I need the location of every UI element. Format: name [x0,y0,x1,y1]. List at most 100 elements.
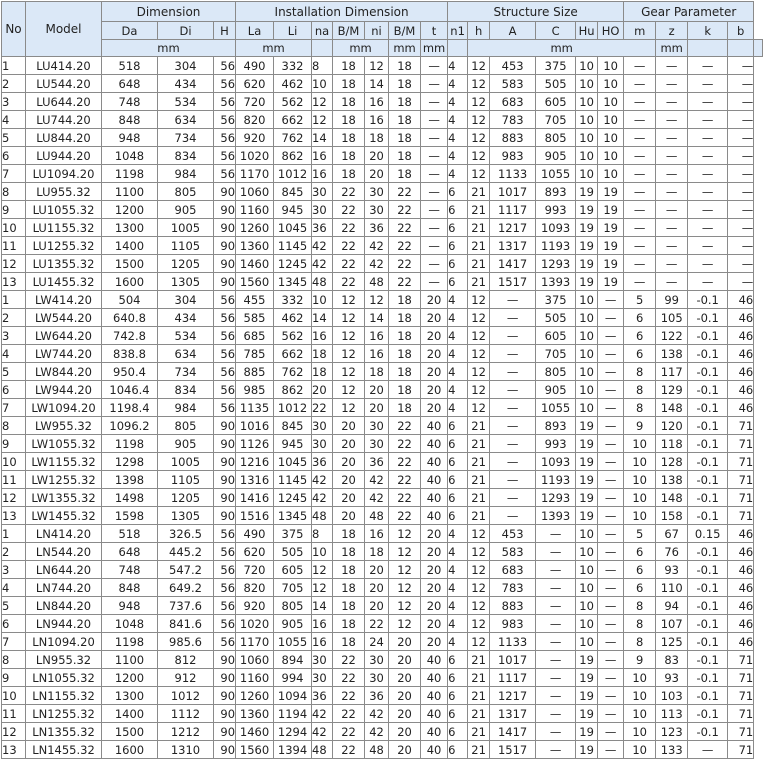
cell-n1: 4 [447,362,469,381]
cell-na: 14 [311,596,334,615]
cell-b: 71 [727,416,755,435]
cell-n1: 4 [447,560,469,579]
cell-t: 20 [420,524,449,543]
cell-la: 1126 [235,434,275,453]
cell-bm-1: 12 [332,290,366,309]
cell-li: 845 [273,182,313,201]
cell-di: 1205 [157,254,214,273]
cell-ni: 14 [364,74,390,93]
cell-hu: 19 [575,740,599,759]
cell-model-name: LU1155.32 [25,218,102,237]
cell-ho: 10 [597,110,625,129]
cell-li: 1394 [273,740,313,759]
cell-hu: 10 [575,398,599,417]
cell-h: 90 [212,740,237,759]
cell-hu: 10 [575,110,599,129]
cell-na: 20 [311,380,334,399]
cell-na: 16 [311,326,334,345]
cell-a: 1517 [489,272,537,291]
cell-bm-1: 20 [332,434,366,453]
cell-z: 107 [655,614,689,633]
cell-di: 834 [157,146,214,165]
unit-installation-1: mm [235,39,313,57]
cell-di: 1205 [157,488,214,507]
cell-di: 304 [157,290,214,309]
cell-hu: 19 [575,704,599,723]
cell-di: 984 [157,164,214,183]
cell-k: -0.1 [687,290,729,309]
table-row: 6 LW944.20 1046.4 834 56 985 862 20 12 20 18 20 4 12—… [1,380,763,399]
cell-z: 122 [655,326,689,345]
cell-z: — [655,218,689,237]
header-group-structure: Structure Size [447,1,625,22]
cell-la: 1160 [235,200,275,219]
cell-ho: 10 [597,92,625,111]
cell-n1: 6 [447,254,469,273]
cell-a: 683 [489,560,537,579]
cell-c: 1055 [535,164,577,183]
cell-da: 518 [101,56,158,75]
cell-a: 1117 [489,668,537,687]
cell-c: — [535,650,577,669]
cell-n1: 4 [447,380,469,399]
header-group-installation: Installation Dimension [235,1,449,22]
table-row: 4 LW744.20 838.8 634 56 785 662 18 12 16 18 20 4 12—7… [1,344,763,363]
cell-k: -0.1 [687,452,729,471]
cell-bm-1: 20 [332,488,366,507]
cell-h: 56 [212,380,237,399]
cell-model-name: LW1455.32 [25,506,102,525]
cell-bm-2: 18 [388,362,422,381]
cell-hu: 10 [575,146,599,165]
cell-z: 113 [655,704,689,723]
cell-ni: 20 [364,380,390,399]
cell-la: 620 [235,542,275,561]
cell-na: 12 [311,560,334,579]
cell-model-name: LN1094.20 [25,632,102,651]
cell-h: 90 [212,434,237,453]
cell-z: — [655,254,689,273]
cell-a: 1217 [489,686,537,705]
cell-la: 1560 [235,740,275,759]
cell-la: 1260 [235,686,275,705]
cell-row-no: 11 [1,704,26,723]
cell-ho: 10 [597,164,625,183]
table-row: 1 LU414.20 518 304 56 490 332 8 18 12 18—4 12 453 375… [1,56,763,75]
header-col-z: z [655,21,689,40]
cell-h-struct: 21 [467,416,491,435]
cell-h-struct: 21 [467,722,491,741]
cell-ho: 10 [597,74,625,93]
cell-h-struct: 12 [467,128,491,147]
cell-li: 1145 [273,236,313,255]
cell-h: 56 [212,290,237,309]
cell-t: — [420,110,449,129]
cell-hu: 19 [575,506,599,525]
cell-ni: 42 [364,704,390,723]
cell-la: 1020 [235,614,275,633]
cell-bm-2: 20 [388,686,422,705]
cell-hu: 19 [575,668,599,687]
cell-da: 1398 [101,470,158,489]
cell-h: 90 [212,218,237,237]
cell-m: — [623,128,657,147]
cell-na: 16 [311,164,334,183]
cell-di: 1112 [157,704,214,723]
cell-ni: 42 [364,722,390,741]
cell-m: 8 [623,362,657,381]
table-row: 12 LN1355.32 1500 1212 90 1460 1294 42 22 42 20 40 6… [1,722,763,741]
cell-ho: — [597,614,625,633]
cell-li: 894 [273,650,313,669]
cell-a: 583 [489,542,537,561]
table-row: 13 LU1455.32 1600 1305 90 1560 1345 48 22 48 22—6 2… [1,272,763,291]
cell-da: 742.8 [101,326,158,345]
cell-m: 5 [623,290,657,309]
cell-di: 1310 [157,740,214,759]
cell-la: 820 [235,578,275,597]
cell-bm-1: 18 [332,146,366,165]
cell-da: 1198 [101,434,158,453]
cell-da: 948 [101,128,158,147]
cell-ho: — [597,398,625,417]
cell-di: 805 [157,182,214,201]
cell-model-name: LW414.20 [25,290,102,309]
cell-n1: 4 [447,146,469,165]
cell-a: — [489,434,537,453]
